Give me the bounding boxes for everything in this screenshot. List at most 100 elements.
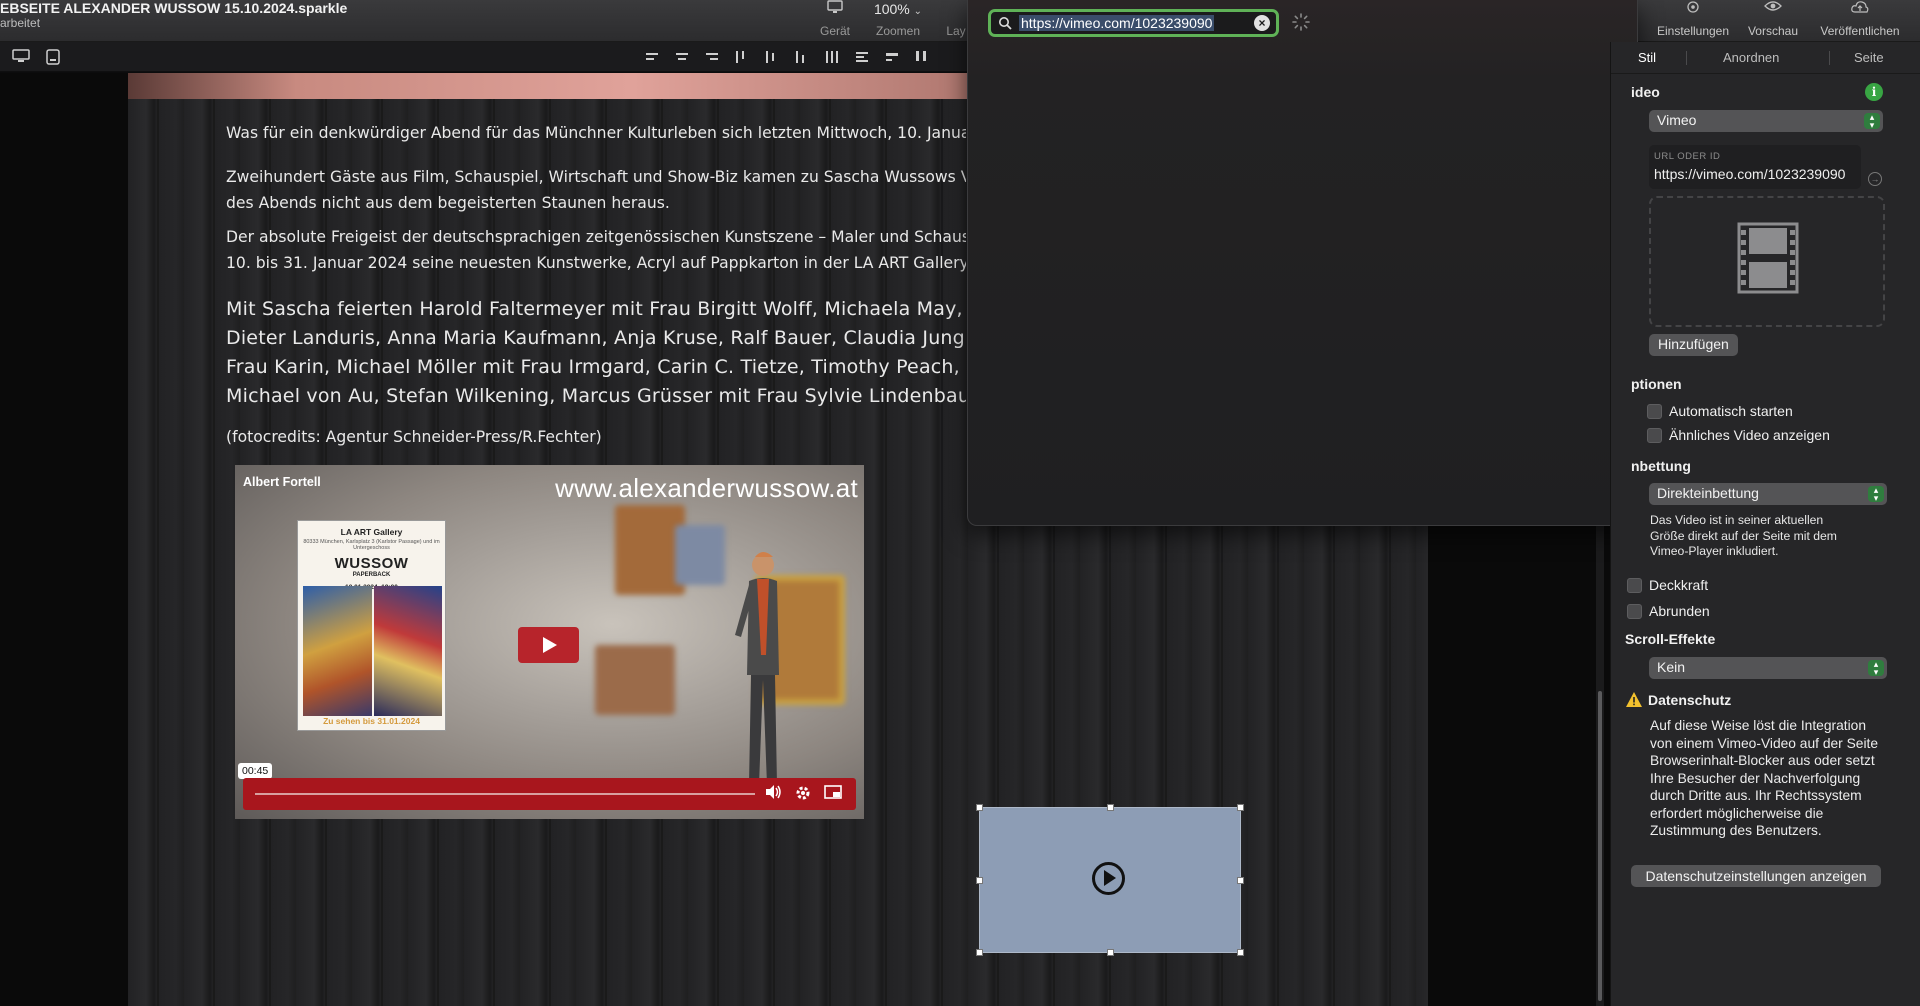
resize-handle[interactable] — [976, 949, 983, 956]
progress-bar[interactable] — [255, 793, 755, 795]
blurred-painting — [675, 525, 725, 585]
exhibition-poster: LA ART Gallery 80333 München, Karlsplatz… — [297, 520, 446, 731]
round-corners-checkbox[interactable]: Abrunden — [1627, 603, 1710, 619]
warning-icon — [1626, 692, 1642, 707]
zoom-label: Zoomen — [875, 24, 921, 38]
url-search-field[interactable]: https://vimeo.com/1023239090 × — [988, 9, 1279, 37]
resize-handle[interactable] — [1237, 877, 1244, 884]
scroll-effect-value: Kein — [1657, 659, 1686, 675]
provider-select-value: Vimeo — [1657, 112, 1697, 128]
paragraph-guests-line1[interactable]: Zweihundert Gäste aus Film, Schauspiel, … — [226, 164, 966, 190]
person-figure — [735, 552, 779, 785]
url-or-id-field[interactable]: URL ODER ID https://vimeo.com/1023239090 — [1649, 145, 1861, 189]
preview-button[interactable]: Vorschau — [1740, 0, 1806, 38]
align-right-icon[interactable] — [704, 50, 722, 64]
poster-until: Zu sehen bis 31.01.2024 — [323, 716, 420, 726]
go-arrow-icon[interactable]: → — [1868, 172, 1882, 186]
video-watermark: www.alexanderwussow.at — [555, 473, 858, 503]
clear-icon[interactable]: × — [1254, 15, 1270, 31]
zoom-value: 100% — [873, 1, 910, 17]
sparkle-window: EBSEITE ALEXANDER WUSSOW 15.10.2024.spar… — [0, 0, 1920, 1006]
select-stepper-icon: ▴ ▾ — [1864, 113, 1880, 130]
paragraph-celebrities-line2[interactable]: Dieter Landuris, Anna Maria Kaufmann, An… — [226, 324, 966, 353]
resize-handle[interactable] — [1237, 949, 1244, 956]
section-embed-heading: nbettung — [1631, 458, 1691, 474]
settings-button[interactable]: Einstellungen — [1652, 0, 1734, 38]
tablet-view-icon[interactable] — [46, 49, 64, 65]
canvas-scrollbar-thumb[interactable] — [1598, 691, 1602, 1001]
tab-page[interactable]: Seite — [1854, 50, 1884, 65]
video-author[interactable]: Albert Fortell — [243, 475, 321, 489]
layout-button[interactable]: Lay — [944, 0, 968, 38]
zoom-control[interactable]: 100% ⌄ Zoomen — [866, 0, 930, 38]
provider-select[interactable]: Vimeo ▴ ▾ — [1649, 110, 1883, 132]
info-icon[interactable]: i — [1865, 83, 1883, 101]
checkbox-box[interactable] — [1627, 578, 1642, 593]
settings-gear-icon[interactable] — [793, 784, 813, 804]
poster-gallery: LA ART Gallery — [340, 527, 403, 537]
align-middle-icon[interactable] — [764, 50, 782, 64]
autoplay-checkbox[interactable]: Automatisch starten — [1647, 403, 1793, 419]
resize-handle[interactable] — [1107, 804, 1114, 811]
align-center-icon[interactable] — [674, 50, 692, 64]
poster-subtitle: PAPERBACK — [352, 572, 391, 578]
checkbox-box[interactable] — [1647, 404, 1662, 419]
paragraph-celebrities-line4[interactable]: Michael von Au, Stefan Wilkening, Marcus… — [226, 382, 966, 411]
embed-mode-select[interactable]: Direkteinbettung ▴ ▾ — [1649, 483, 1887, 505]
distribute-horizontal-icon[interactable] — [824, 50, 842, 64]
chevron-down-icon: ⌄ — [913, 6, 923, 17]
device-button[interactable]: Gerät — [818, 0, 852, 38]
align-left-icon[interactable] — [644, 50, 662, 64]
resize-handle[interactable] — [1107, 949, 1114, 956]
url-or-id-value[interactable]: https://vimeo.com/1023239090 — [1654, 166, 1856, 182]
resize-handle[interactable] — [976, 877, 983, 884]
tab-arrange[interactable]: Anordnen — [1723, 50, 1779, 65]
paragraph-artist-line1[interactable]: Der absolute Freigeist der deutschsprach… — [226, 224, 966, 250]
paragraph-celebrities-line1[interactable]: Mit Sascha feierten Harold Faltermeyer m… — [226, 295, 966, 324]
tab-divider — [1829, 51, 1830, 65]
publish-button[interactable]: Veröffentlichen — [1812, 0, 1908, 38]
url-popover: https://vimeo.com/1023239090 × — [967, 0, 1638, 526]
section-privacy-heading: Datenschutz — [1648, 692, 1732, 708]
video-drop-zone[interactable] — [1649, 196, 1885, 327]
align-top-icon[interactable] — [734, 50, 752, 64]
eye-icon — [1740, 0, 1806, 18]
same-width-icon[interactable] — [884, 50, 902, 64]
tab-style[interactable]: Stil — [1638, 50, 1656, 65]
header-image-strip[interactable] — [128, 73, 968, 99]
resize-handle[interactable] — [1237, 804, 1244, 811]
play-circle-icon — [1092, 862, 1125, 895]
add-button[interactable]: Hinzufügen — [1649, 334, 1738, 356]
similar-video-checkbox[interactable]: Ähnliches Video anzeigen — [1647, 427, 1830, 443]
paragraph-artist-line2[interactable]: 10. bis 31. Januar 2024 seine neuesten K… — [226, 250, 966, 276]
align-bottom-icon[interactable] — [794, 50, 812, 64]
paragraph-celebrities-line3[interactable]: Frau Karin, Michael Möller mit Frau Irmg… — [226, 353, 966, 382]
select-stepper-icon: ▴ ▾ — [1868, 660, 1884, 677]
round-corners-label: Abrunden — [1649, 603, 1710, 619]
pip-icon[interactable] — [823, 784, 843, 804]
same-height-icon[interactable] — [914, 50, 932, 64]
privacy-description: Auf diese Weise löst die Integration von… — [1650, 718, 1879, 838]
distribute-vertical-icon[interactable] — [854, 50, 872, 64]
resize-handle[interactable] — [976, 804, 983, 811]
desktop-view-icon[interactable] — [12, 49, 30, 63]
selected-video-placeholder[interactable] — [976, 804, 1244, 956]
url-or-id-label: URL ODER ID — [1654, 151, 1721, 162]
paragraph-intro[interactable]: Was für ein denkwürdiger Abend für das M… — [226, 120, 966, 146]
play-button[interactable] — [518, 627, 579, 663]
search-icon — [999, 17, 1012, 30]
inspector-tabs: Stil Anordnen Seite — [1611, 42, 1920, 74]
checkbox-box[interactable] — [1647, 428, 1662, 443]
checkbox-box[interactable] — [1627, 604, 1642, 619]
video-control-bar[interactable] — [243, 778, 856, 810]
document-status: arbeitet — [0, 16, 41, 30]
privacy-settings-button[interactable]: Datenschutzeinstellungen anzeigen — [1631, 865, 1881, 887]
vimeo-video-player[interactable]: Albert Fortell www.alexanderwussow.at LA… — [235, 465, 864, 819]
scroll-effect-select[interactable]: Kein ▴ ▾ — [1649, 657, 1887, 679]
volume-icon[interactable] — [763, 784, 783, 804]
paragraph-guests-line2[interactable]: des Abends nicht aus dem begeisterten St… — [226, 190, 966, 216]
blurred-painting — [595, 645, 675, 715]
photo-credits[interactable]: (fotocredits: Agentur Schneider-Press/R.… — [226, 424, 966, 450]
url-input-value[interactable]: https://vimeo.com/1023239090 — [1019, 15, 1215, 31]
opacity-checkbox[interactable]: Deckkraft — [1627, 577, 1708, 593]
